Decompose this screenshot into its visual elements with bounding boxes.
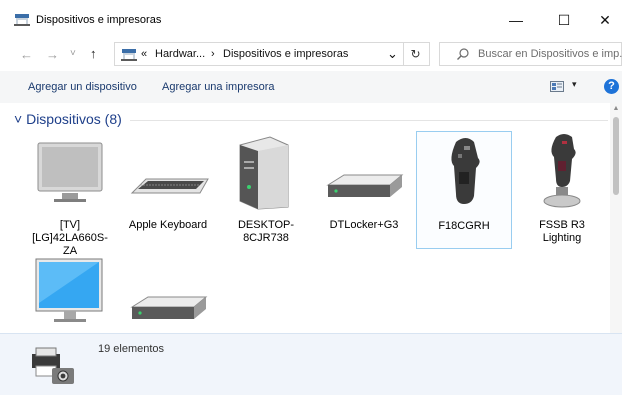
- device-label: DESKTOP-8CJR738: [237, 219, 295, 244]
- device-item-desktop[interactable]: DESKTOP-8CJR738: [222, 131, 310, 251]
- search-input[interactable]: Buscar en Dispositivos e imp...: [439, 42, 622, 66]
- window-title: Dispositivos e impresoras: [36, 14, 162, 26]
- devices-content-area: ˅ Dispositivos (8) [TV][LG]42LA660S-ZA A…: [0, 103, 622, 333]
- device-item-dtlocker[interactable]: DTLocker+G3: [320, 131, 408, 251]
- search-placeholder: Buscar en Dispositivos e imp...: [478, 48, 622, 60]
- address-bar: ← → ˅ ↑ « Hardwar... › Dispositivos e im…: [0, 38, 622, 71]
- title-bar: Dispositivos e impresoras — ☐ ✕: [0, 0, 622, 38]
- joystick-base-icon: [543, 134, 581, 208]
- help-button[interactable]: ?: [604, 79, 619, 94]
- view-dropdown-button[interactable]: ▾: [572, 79, 577, 90]
- minimize-button[interactable]: —: [496, 5, 536, 35]
- keyboard-icon: [130, 178, 209, 194]
- address-dropdown-button[interactable]: ⌄: [387, 46, 398, 62]
- device-item-keyboard[interactable]: Apple Keyboard: [124, 131, 212, 251]
- devices-printers-icon: [32, 347, 74, 384]
- breadcrumb-hardware[interactable]: Hardwar...: [155, 48, 205, 60]
- address-path[interactable]: « Hardwar... › Dispositivos e impresoras…: [114, 42, 404, 66]
- desktop-tower-icon: [239, 136, 289, 210]
- joystick-icon: [451, 138, 480, 204]
- breadcrumb-overflow[interactable]: «: [141, 48, 147, 60]
- add-device-button[interactable]: Agregar un dispositivo: [28, 81, 137, 93]
- external-drive-icon: [326, 174, 404, 197]
- device-label: Apple Keyboard: [128, 219, 208, 231]
- device-label: DTLocker+G3: [329, 219, 399, 231]
- group-header-label: Dispositivos (8): [26, 111, 122, 127]
- external-drive-icon: [130, 296, 208, 319]
- scrollbar-thumb[interactable]: [613, 117, 619, 195]
- up-button[interactable]: ↑: [90, 46, 97, 61]
- recent-locations-button[interactable]: ˅: [70, 48, 76, 59]
- refresh-button[interactable]: ↻: [402, 42, 430, 66]
- device-item-monitor[interactable]: [26, 253, 114, 333]
- search-icon: [457, 48, 469, 60]
- device-item-fssb-r3[interactable]: FSSB R3 Lighting: [518, 131, 606, 251]
- maximize-button[interactable]: ☐: [544, 5, 584, 35]
- back-button[interactable]: ←: [20, 47, 33, 62]
- monitor-icon: [35, 258, 103, 322]
- breadcrumb-devices-printers[interactable]: Dispositivos e impresoras: [223, 48, 348, 60]
- device-label: FSSB R3 Lighting: [539, 219, 585, 244]
- vertical-scrollbar[interactable]: ▲: [610, 103, 622, 333]
- devices-printers-path-icon: [121, 49, 137, 61]
- close-button[interactable]: ✕: [588, 5, 622, 35]
- group-divider: [130, 120, 608, 121]
- device-label: F18CGRH: [438, 220, 490, 232]
- details-pane: 19 elementos: [0, 333, 622, 395]
- tv-monitor-icon: [37, 142, 103, 202]
- device-item-tv[interactable]: [TV][LG]42LA660S-ZA: [26, 131, 114, 257]
- device-item-drive-2[interactable]: [124, 253, 212, 333]
- view-options-icon[interactable]: [550, 81, 564, 92]
- add-printer-button[interactable]: Agregar una impresora: [162, 81, 275, 93]
- forward-button[interactable]: →: [46, 47, 59, 62]
- command-bar: Agregar un dispositivo Agregar una impre…: [0, 71, 622, 104]
- device-item-f18cgrh[interactable]: F18CGRH: [416, 131, 512, 249]
- group-collapse-chevron-icon[interactable]: ˅: [14, 111, 22, 127]
- devices-printers-app-icon: [14, 14, 30, 26]
- breadcrumb-separator[interactable]: ›: [211, 48, 215, 60]
- group-header-devices[interactable]: ˅ Dispositivos (8): [14, 111, 122, 127]
- item-count-text: 19 elementos: [98, 343, 165, 355]
- scroll-up-icon[interactable]: ▲: [610, 103, 622, 115]
